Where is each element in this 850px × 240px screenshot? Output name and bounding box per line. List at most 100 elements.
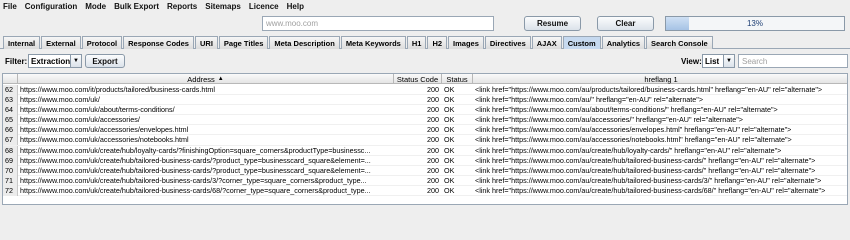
filter-select-value: Extraction — [31, 56, 71, 66]
table-row[interactable]: 66 https://www.moo.com/uk/accessories/env… — [3, 125, 847, 136]
menu-item-sitemaps[interactable]: Sitemaps — [201, 2, 245, 11]
tab-ajax[interactable]: AJAX — [531, 36, 562, 49]
status-code-cell: 200 — [427, 175, 439, 185]
table-row[interactable]: 69 https://www.moo.com/uk/create/hub/tail… — [3, 155, 847, 166]
address-cell: https://www.moo.com/uk/create/hub/tailor… — [20, 185, 371, 195]
status-code-cell: 200 — [427, 105, 439, 115]
table-row[interactable]: 62 https://www.moo.com/it/products/tailor… — [3, 85, 847, 96]
status-cell: OK — [444, 85, 455, 94]
tab-custom[interactable]: Custom — [562, 36, 601, 49]
status-cell: OK — [444, 155, 455, 165]
hreflang-cell: <link href="https://www.moo.com/au/produ… — [475, 85, 823, 94]
hreflang-cell: <link href="https://www.moo.com/au/" hre… — [475, 95, 704, 105]
tab-analytics[interactable]: Analytics — [601, 36, 646, 49]
address-cell: https://www.moo.com/uk/create/hub/loyalt… — [20, 145, 371, 155]
filter-select[interactable]: Extraction ▼ — [28, 54, 82, 68]
table-row[interactable]: 72 https://www.moo.com/uk/create/hub/tail… — [3, 185, 847, 197]
tab-meta-keywords[interactable]: Meta Keywords — [340, 36, 406, 49]
row-number-cell: 68 — [3, 145, 18, 156]
status-cell: OK — [444, 95, 455, 105]
status-code-cell: 200 — [427, 165, 439, 175]
row-number-cell: 63 — [3, 95, 18, 106]
progress-label: 13% — [746, 19, 763, 28]
resume-button[interactable]: Resume — [524, 16, 581, 31]
chevron-down-icon: ▼ — [723, 55, 734, 67]
menu-item-mode[interactable]: Mode — [81, 2, 110, 11]
address-cell: https://www.moo.com/uk/accessories/envel… — [20, 125, 189, 135]
hreflang-cell: <link href="https://www.moo.com/au/creat… — [475, 155, 816, 165]
header-address[interactable]: Address ▲ — [18, 74, 394, 84]
table-row[interactable]: 64 https://www.moo.com/uk/about/terms-con… — [3, 105, 847, 116]
status-code-cell: 200 — [427, 185, 439, 195]
table-row[interactable]: 63 https://www.moo.com/uk/200 OK <link href… — [3, 95, 847, 106]
tab-search-console[interactable]: Search Console — [646, 36, 713, 49]
row-number-cell: 72 — [3, 185, 18, 196]
row-number-cell: 64 — [3, 105, 18, 116]
tab-response-codes[interactable]: Response Codes — [123, 36, 194, 49]
hreflang-cell: <link href="https://www.moo.com/au/creat… — [475, 175, 822, 185]
sort-asc-icon: ▲ — [217, 76, 224, 82]
tab-images[interactable]: Images — [448, 36, 484, 49]
status-code-cell: 200 — [427, 85, 439, 94]
row-number-cell: 65 — [3, 115, 18, 126]
table-header: Address ▲ Status Code Status hreflang 1 — [3, 74, 847, 84]
view-select[interactable]: List ▼ — [702, 54, 735, 68]
table-row[interactable]: 65 https://www.moo.com/uk/accessories/200… — [3, 115, 847, 126]
address-cell: https://www.moo.com/uk/about/terms-condi… — [20, 105, 175, 115]
status-code-cell: 200 — [427, 145, 439, 155]
status-cell: OK — [444, 115, 455, 125]
address-cell: https://www.moo.com/it/products/tailored… — [20, 85, 215, 94]
tab-meta-description[interactable]: Meta Description — [269, 36, 340, 49]
tab-external[interactable]: External — [41, 36, 81, 49]
tab-h1[interactable]: H1 — [406, 36, 427, 49]
menu-item-file[interactable]: File — [0, 2, 21, 11]
address-cell: https://www.moo.com/uk/ — [20, 95, 100, 105]
tab-uri[interactable]: URI — [194, 36, 218, 49]
status-code-cell: 200 — [427, 155, 439, 165]
menu-item-bulk-export[interactable]: Bulk Export — [110, 2, 163, 11]
tab-internal[interactable]: Internal — [3, 36, 41, 49]
header-address-label: Address — [187, 74, 215, 84]
tab-bar: Internal External Protocol Response Codes UR… — [0, 36, 850, 49]
row-number-cell: 66 — [3, 125, 18, 136]
tab-directives[interactable]: Directives — [484, 36, 531, 49]
tab-page-titles[interactable]: Page Titles — [218, 36, 269, 49]
crawl-progress-bar: 13% — [665, 16, 845, 31]
status-code-cell: 200 — [427, 115, 439, 125]
hreflang-cell: <link href="https://www.moo.com/au/acces… — [475, 115, 743, 125]
tab-protocol[interactable]: Protocol — [81, 36, 123, 49]
header-row-number — [3, 74, 18, 84]
export-button[interactable]: Export — [85, 54, 125, 68]
table-row[interactable]: 68 https://www.moo.com/uk/create/hub/loya… — [3, 145, 847, 156]
header-status-code[interactable]: Status Code — [394, 74, 442, 84]
table-row[interactable]: 70 https://www.moo.com/uk/create/hub/tail… — [3, 165, 847, 176]
menu-item-configuration[interactable]: Configuration — [21, 2, 81, 11]
view-label: View: — [681, 57, 702, 66]
header-hreflang-1[interactable]: hreflang 1 — [473, 74, 847, 84]
hreflang-cell: <link href="https://www.moo.com/au/creat… — [475, 185, 826, 195]
search-input[interactable]: Search — [738, 54, 848, 68]
menu-item-help[interactable]: Help — [283, 2, 308, 11]
hreflang-cell: <link href="https://www.moo.com/au/acces… — [475, 125, 792, 135]
table-row[interactable]: 71 https://www.moo.com/uk/create/hub/tail… — [3, 175, 847, 186]
row-number-cell: 67 — [3, 135, 18, 146]
table-row[interactable]: 67 https://www.moo.com/uk/accessories/not… — [3, 135, 847, 146]
clear-button[interactable]: Clear — [597, 16, 654, 31]
view-select-value: List — [705, 56, 720, 66]
status-cell: OK — [444, 135, 455, 145]
hreflang-cell: <link href="https://www.moo.com/au/about… — [475, 105, 778, 115]
results-table: Address ▲ Status Code Status hreflang 1 … — [2, 73, 848, 205]
address-cell: https://www.moo.com/uk/create/hub/tailor… — [20, 175, 367, 185]
status-code-cell: 200 — [427, 95, 439, 105]
menu-bar: File Configuration Mode Bulk Export Reports S… — [0, 0, 850, 12]
hreflang-cell: <link href="https://www.moo.com/au/acces… — [475, 135, 792, 145]
status-cell: OK — [444, 165, 455, 175]
status-code-cell: 200 — [427, 135, 439, 145]
header-status[interactable]: Status — [442, 74, 473, 84]
tab-h2[interactable]: H2 — [427, 36, 448, 49]
status-cell: OK — [444, 105, 455, 115]
menu-item-reports[interactable]: Reports — [163, 2, 201, 11]
menu-item-licence[interactable]: Licence — [245, 2, 283, 11]
url-input[interactable]: www.moo.com — [262, 16, 494, 31]
url-toolbar: www.moo.com Resume Clear 13% — [0, 12, 850, 34]
